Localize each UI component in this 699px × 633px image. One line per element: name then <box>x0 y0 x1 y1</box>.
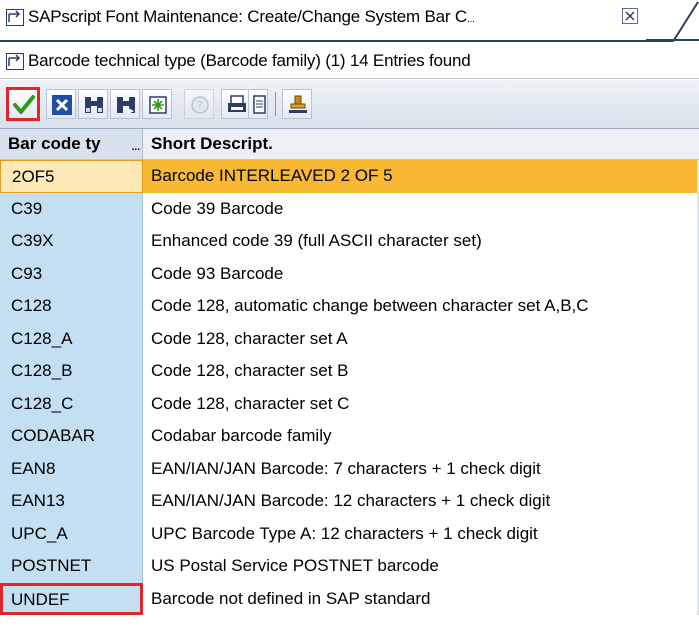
barcode-type-cell[interactable]: UPC_A <box>0 517 143 550</box>
help-icon: ? <box>191 96 209 114</box>
table-row[interactable]: C39X Enhanced code 39 (full ASCII charact… <box>0 225 699 258</box>
barcode-type-cell[interactable]: C39 <box>0 192 143 225</box>
column-header-short-description[interactable]: Short Descript. <box>145 129 699 159</box>
table-row[interactable]: C93 Code 93 Barcode <box>0 257 699 290</box>
short-description-cell[interactable]: EAN/IAN/JAN Barcode: 7 characters + 1 ch… <box>143 452 699 485</box>
print-preview-button[interactable] <box>248 89 268 119</box>
short-description-cell[interactable]: Codabar barcode family <box>143 420 699 453</box>
results-table: Bar code ty... Short Descript. 2OF5 Barco… <box>0 129 699 615</box>
window-tab: SAPscript Font Maintenance: Create/Chang… <box>0 0 674 42</box>
table-row[interactable]: 2OF5 Barcode INTERLEAVED 2 OF 5 <box>0 160 699 193</box>
short-description-cell[interactable]: EAN/IAN/JAN Barcode: 12 characters + 1 c… <box>143 485 699 518</box>
short-description-cell[interactable]: Code 93 Barcode <box>143 257 699 290</box>
barcode-type-cell[interactable]: POSTNET <box>0 550 143 583</box>
toolbar: ? <box>0 80 699 129</box>
barcode-type-cell[interactable]: CODABAR <box>0 420 143 453</box>
short-description-cell[interactable]: Barcode not defined in SAP standard <box>143 582 699 615</box>
dialog-arrow-icon <box>6 53 24 70</box>
page-icon <box>253 95 266 114</box>
short-description-cell[interactable]: Enhanced code 39 (full ASCII character s… <box>143 225 699 258</box>
table-row[interactable]: POSTNET US Postal Service POSTNET barcode <box>0 550 699 583</box>
barcode-type-cell[interactable]: C128 <box>0 290 143 323</box>
table-row[interactable]: EAN8 EAN/IAN/JAN Barcode: 7 characters + … <box>0 452 699 485</box>
table-header-row: Bar code ty... Short Descript. <box>0 129 699 160</box>
result-header: Barcode technical type (Barcode family) … <box>0 44 699 79</box>
column-header-barcode-type[interactable]: Bar code ty... <box>0 129 143 159</box>
short-description-cell[interactable]: Code 128, character set A <box>143 322 699 355</box>
short-description-cell[interactable]: US Postal Service POSTNET barcode <box>143 550 699 583</box>
table-row[interactable]: C128_C Code 128, character set C <box>0 387 699 420</box>
find-next-button[interactable] <box>110 89 140 119</box>
barcode-type-cell[interactable]: C93 <box>0 257 143 290</box>
barcode-type-cell[interactable]: EAN13 <box>0 485 143 518</box>
find-button[interactable] <box>78 89 108 119</box>
binoculars-next-icon <box>117 97 135 114</box>
barcode-type-cell[interactable]: C128_B <box>0 355 143 388</box>
user-settings-button[interactable] <box>282 89 312 119</box>
print-button[interactable] <box>221 89 251 119</box>
cancel-button[interactable] <box>46 89 76 119</box>
stamp-icon <box>289 95 307 113</box>
information-button[interactable]: ? <box>184 89 214 119</box>
continue-button[interactable] <box>6 87 40 121</box>
table-row[interactable]: EAN13 EAN/IAN/JAN Barcode: 12 characters … <box>0 485 699 518</box>
short-description-cell[interactable]: Code 128, character set C <box>143 387 699 420</box>
barcode-type-cell[interactable]: EAN8 <box>0 452 143 485</box>
short-description-cell[interactable]: Code 128, character set B <box>143 355 699 388</box>
new-entry-icon <box>149 96 167 114</box>
close-icon <box>625 11 635 21</box>
table-row[interactable]: C128_A Code 128, character set A <box>0 322 699 355</box>
barcode-type-cell[interactable]: 2OF5 <box>0 160 143 193</box>
short-description-cell[interactable]: UPC Barcode Type A: 12 characters + 1 ch… <box>143 517 699 550</box>
binoculars-icon <box>85 97 103 113</box>
toolbar-separator <box>275 92 276 116</box>
checkmark-icon <box>13 95 35 114</box>
result-count-text: Barcode technical type (Barcode family) … <box>28 51 471 70</box>
table-row[interactable]: UNDEF Barcode not defined in SAP standard <box>0 582 699 615</box>
close-window-button[interactable] <box>622 8 638 24</box>
short-description-cell[interactable]: Barcode INTERLEAVED 2 OF 5 <box>143 160 699 193</box>
printer-icon <box>228 95 246 112</box>
table-row[interactable]: UPC_A UPC Barcode Type A: 12 characters +… <box>0 517 699 550</box>
short-description-cell[interactable]: Code 128, automatic change between chara… <box>143 290 699 323</box>
barcode-type-cell[interactable]: UNDEF <box>0 582 143 615</box>
short-description-cell[interactable]: Code 39 Barcode <box>143 192 699 225</box>
table-row[interactable]: CODABAR Codabar barcode family <box>0 420 699 453</box>
table-row[interactable]: C128 Code 128, automatic change between c… <box>0 290 699 323</box>
barcode-type-cell[interactable]: C128_A <box>0 322 143 355</box>
barcode-type-cell[interactable]: C128_C <box>0 387 143 420</box>
window-tab-strip: SAPscript Font Maintenance: Create/Chang… <box>0 0 699 42</box>
tab-slant-decoration <box>646 1 699 41</box>
dialog-arrow-icon <box>6 9 24 26</box>
table-body: 2OF5 Barcode INTERLEAVED 2 OF 5 C39 Code 39… <box>0 160 699 615</box>
window-title: SAPscript Font Maintenance: Create/Chang… <box>28 7 475 26</box>
table-row[interactable]: C39 Code 39 Barcode <box>0 192 699 225</box>
new-entry-button[interactable] <box>142 89 172 119</box>
cancel-x-icon <box>52 95 72 115</box>
table-row[interactable]: C128_B Code 128, character set B <box>0 355 699 388</box>
barcode-type-cell[interactable]: C39X <box>0 225 143 258</box>
svg-text:?: ? <box>197 99 203 112</box>
